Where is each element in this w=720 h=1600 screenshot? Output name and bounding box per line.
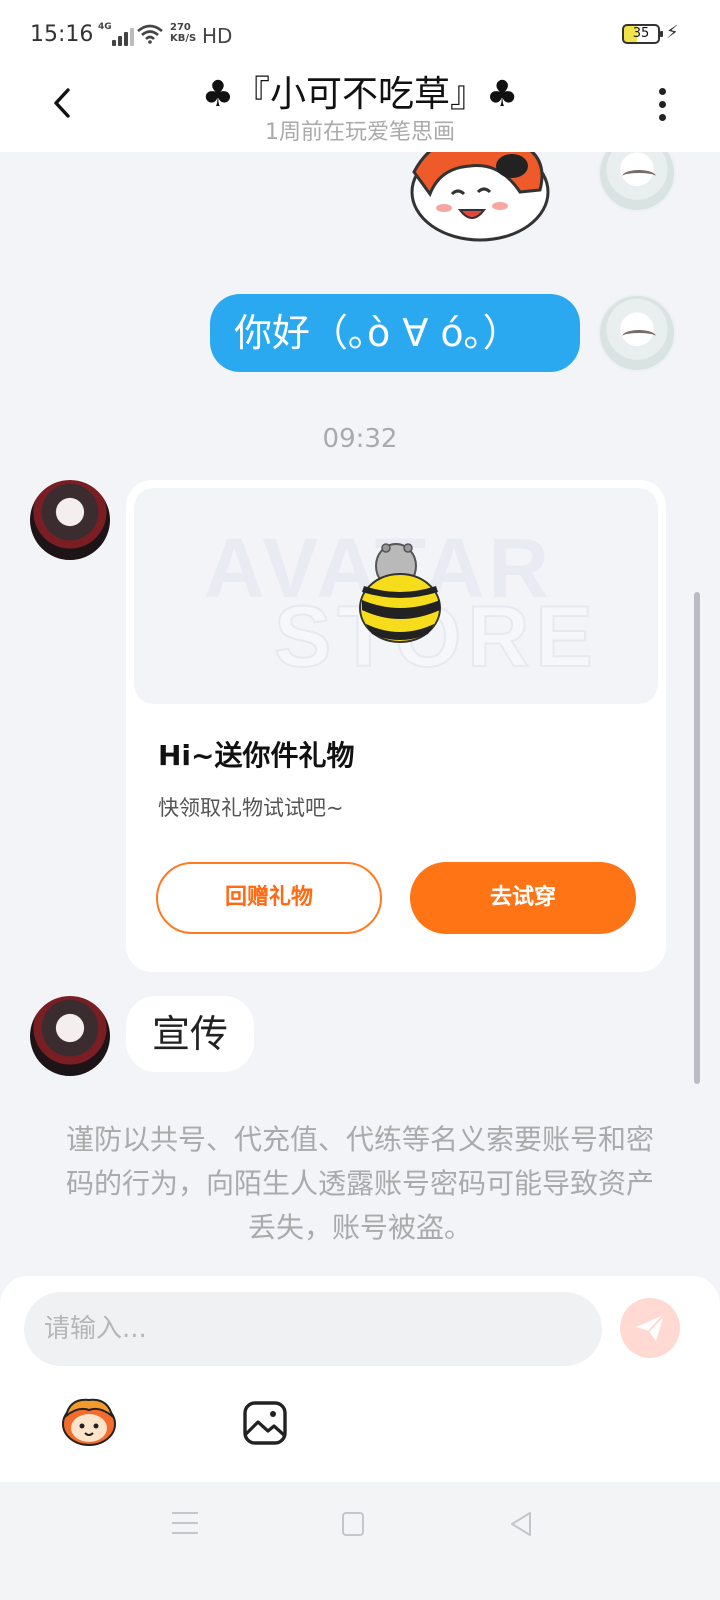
contact-message-bubble[interactable]: 宣传 [126,996,254,1072]
nav-home-icon[interactable] [342,1512,364,1536]
my-avatar[interactable] [598,152,676,212]
contact-name: ♣『小可不吃草』♣ [201,74,519,115]
image-icon[interactable] [242,1400,288,1446]
back-icon[interactable] [40,80,86,126]
battery-icon: 35 [622,24,663,44]
status-bar: 15:16 4G 270 KB/S HD 35 ⚡ [0,0,720,70]
bee-icon [359,543,441,643]
my-avatar[interactable] [598,294,676,372]
network-speed: 270 KB/S [170,22,196,44]
send-icon [636,1314,665,1341]
emoji-icon[interactable] [60,1396,118,1446]
scrollbar[interactable] [694,592,700,1084]
message-composer: 请输入... [0,1276,720,1482]
more-icon[interactable] [652,84,672,124]
charging-icon: ⚡ [666,22,679,43]
system-nav-bar [0,1482,720,1600]
message-input[interactable]: 请输入... [24,1292,602,1366]
contact-avatar[interactable] [30,480,110,560]
gift-card[interactable]: AVATAR STORE Hi~送你件礼物 快领取礼物试试吧~ 回赠礼物 去试穿 [126,480,666,972]
send-button[interactable] [620,1298,680,1358]
chat-header: ♣『小可不吃草』♣ 1周前在玩爱笔思画 [0,70,720,152]
speed-value: 270 [170,22,191,33]
signal-icon [112,28,134,46]
message-list[interactable]: 你好（｡ò ∀ ó｡） 09:32 AVATAR STORE Hi~送你件礼物 … [0,152,720,1302]
speed-unit: KB/S [170,33,197,44]
nav-menu-icon[interactable] [172,1512,198,1536]
my-message-bubble[interactable]: 你好（｡ò ∀ ó｡） [210,294,580,372]
try-on-button[interactable]: 去试穿 [410,862,636,934]
security-warning: 谨防以共号、代充值、代练等名义索要账号和密码的行为，向陌生人透露账号密码可能导致… [65,1123,654,1244]
hd-indicator: HD [202,24,233,48]
network-type: 4G [98,22,112,32]
sticker-image[interactable] [400,152,560,252]
gift-banner: AVATAR STORE [134,488,658,704]
gift-description: 快领取礼物试试吧~ [158,796,344,820]
last-active-status: 1周前在玩爱笔思画 [265,120,455,145]
nav-back-icon[interactable] [508,1510,534,1538]
message-timestamp: 09:32 [322,424,398,454]
status-time: 15:16 [30,22,94,47]
return-gift-button[interactable]: 回赠礼物 [156,862,382,934]
wifi-icon [137,24,163,44]
gift-title: Hi~送你件礼物 [158,739,355,772]
contact-avatar[interactable] [30,996,110,1076]
